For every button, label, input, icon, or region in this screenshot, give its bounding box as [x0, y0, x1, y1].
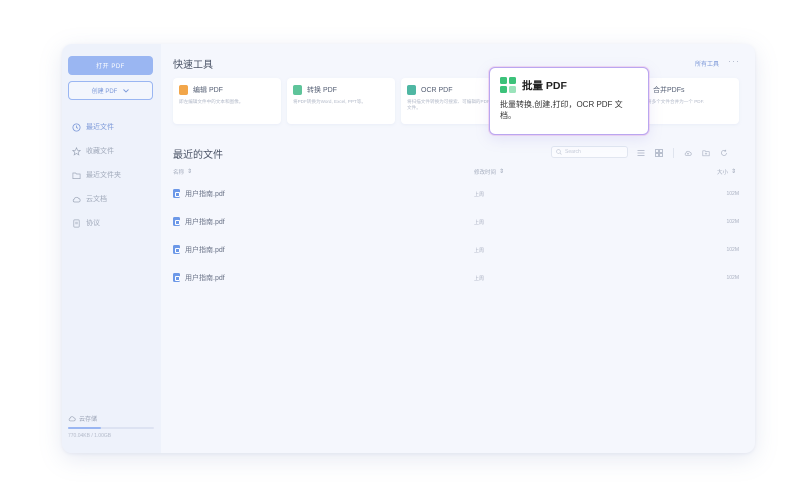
- quick-tools-title: 快速工具: [173, 60, 213, 71]
- file-modified: 上周: [474, 192, 485, 198]
- edit-pdf-icon: [179, 85, 188, 95]
- file-size: 102M: [726, 219, 739, 225]
- pdf-file-icon: [173, 189, 180, 198]
- sidebar-item-favorites[interactable]: 收藏文件: [72, 139, 158, 163]
- all-tools-link[interactable]: 所有工具: [695, 59, 719, 68]
- open-pdf-label: 打开 PDF: [96, 64, 125, 70]
- search-input[interactable]: Search: [551, 146, 628, 158]
- sidebar-item-recent-folders[interactable]: 最近文件夹: [72, 163, 158, 187]
- tool-desc: 将扫描文件转换为可搜索、可编辑的PDF文件。: [407, 99, 490, 110]
- recent-files-title: 最近的文件: [173, 150, 223, 161]
- batch-pdf-icon: [500, 77, 516, 93]
- column-header-label: 修改时间: [474, 170, 497, 176]
- file-modified: 上周: [474, 276, 485, 282]
- chevron-down-icon: [123, 88, 130, 93]
- tool-desc: 即左编辑文件中的文本和图像。: [179, 99, 244, 104]
- open-pdf-button[interactable]: 打开 PDF: [68, 56, 153, 75]
- storage-label: 云存储: [79, 417, 98, 423]
- storage-progress-fill: [68, 427, 101, 429]
- sidebar-item-label: 最近文件: [86, 124, 114, 131]
- storage-used-text: 770.04KB / 1.00GB: [68, 433, 112, 439]
- sort-icon: ⇕: [499, 169, 505, 175]
- sidebar-item-label: 最近文件夹: [86, 172, 121, 179]
- sidebar-item-label: 收藏文件: [86, 148, 114, 155]
- grid-view-icon[interactable]: [655, 149, 663, 157]
- folder-icon: [72, 172, 81, 179]
- main-content: 快速工具 所有工具 ··· 编辑 PDF 即左编辑文件中的文本和图像。 转换 P…: [161, 44, 755, 453]
- column-header-label: 大小: [717, 170, 729, 176]
- clock-icon: [72, 122, 81, 132]
- file-size: 102M: [726, 247, 739, 253]
- icon-tile: [500, 77, 507, 84]
- tooltip-description: 批量转换,创建,打印，OCR PDF 文档。: [500, 100, 623, 120]
- tool-name: 合并PDFs: [653, 87, 685, 94]
- table-row[interactable]: 用户指南.pdf 上周 102M: [173, 244, 739, 258]
- file-name: 用户指南.pdf: [185, 247, 225, 254]
- sidebar-item-agreement[interactable]: 协议: [72, 211, 158, 235]
- search-placeholder: Search: [565, 149, 581, 155]
- cloud-storage: 云存储 770.04KB / 1.00GB: [68, 414, 154, 439]
- refresh-icon[interactable]: [720, 149, 728, 157]
- more-options-icon[interactable]: ···: [728, 56, 740, 66]
- document-icon: [73, 219, 80, 227]
- file-name: 用户指南.pdf: [185, 275, 225, 282]
- view-controls: [637, 148, 728, 158]
- file-size: 102M: [726, 275, 739, 281]
- star-icon: [72, 146, 81, 156]
- pdf-file-icon: [173, 217, 180, 226]
- column-header-name[interactable]: 名称 ⇕: [173, 168, 192, 176]
- tool-card-edit-pdf[interactable]: 编辑 PDF 即左编辑文件中的文本和图像。: [173, 78, 281, 124]
- convert-pdf-icon: [293, 85, 302, 95]
- batch-pdf-tooltip: 批量 PDF 批量转换,创建,打印，OCR PDF 文档。: [489, 67, 649, 135]
- icon-tile: [509, 86, 516, 93]
- toolbar-divider: [673, 148, 674, 158]
- cloud-icon: [68, 416, 76, 422]
- column-header-label: 名称: [173, 170, 185, 176]
- tool-desc: 将多个文件合并为一个 PDF.: [647, 99, 705, 104]
- list-view-icon[interactable]: [637, 149, 645, 157]
- tool-desc: 将PDF转换为Word, Excel, PPT等。: [293, 99, 366, 104]
- table-row[interactable]: 用户指南.pdf 上周 102M: [173, 188, 739, 202]
- sort-icon: ⇕: [187, 169, 193, 175]
- file-modified: 上周: [474, 248, 485, 254]
- file-name: 用户指南.pdf: [185, 219, 225, 226]
- sidebar-item-recent-files[interactable]: 最近文件: [72, 115, 158, 139]
- sidebar-nav: 最近文件 收藏文件 最近文件夹 云文档 协议: [72, 115, 158, 235]
- add-folder-icon[interactable]: [702, 149, 710, 157]
- file-size: 102M: [726, 191, 739, 197]
- create-pdf-label: 创建 PDF: [91, 89, 118, 95]
- storage-progress-bar: [68, 427, 154, 429]
- tool-name: 转换 PDF: [307, 87, 337, 94]
- pdf-file-icon: [173, 245, 180, 254]
- tooltip-title: 批量 PDF: [522, 79, 567, 92]
- icon-tile: [509, 77, 516, 84]
- sidebar-item-label: 协议: [86, 220, 100, 227]
- cloud-icon: [72, 196, 81, 202]
- table-row[interactable]: 用户指南.pdf 上周 102M: [173, 216, 739, 230]
- table-row[interactable]: 用户指南.pdf 上周 102M: [173, 272, 739, 286]
- tool-name: OCR PDF: [421, 86, 453, 94]
- sort-icon: ⇕: [731, 169, 737, 175]
- file-name: 用户指南.pdf: [185, 191, 225, 198]
- icon-tile: [500, 86, 507, 93]
- sidebar-item-cloud-docs[interactable]: 云文档: [72, 187, 158, 211]
- tool-card-convert-pdf[interactable]: 转换 PDF 将PDF转换为Word, Excel, PPT等。: [287, 78, 395, 124]
- cloud-upload-icon[interactable]: [684, 149, 692, 157]
- file-modified: 上周: [474, 220, 485, 226]
- app-window: 打开 PDF 创建 PDF 最近文件 收藏文件 最近文件夹 云文档 协议 云存储…: [62, 44, 755, 453]
- tool-name: 编辑 PDF: [193, 87, 223, 94]
- storage-label-row: 云存储: [68, 414, 154, 423]
- create-pdf-button[interactable]: 创建 PDF: [68, 81, 153, 100]
- column-header-size[interactable]: 大小 ⇕: [717, 168, 736, 176]
- ocr-pdf-icon: [407, 85, 416, 95]
- sidebar-item-label: 云文档: [86, 196, 107, 203]
- search-icon: [556, 149, 562, 155]
- column-header-modified[interactable]: 修改时间 ⇕: [474, 168, 504, 176]
- pdf-file-icon: [173, 273, 180, 282]
- sidebar: 打开 PDF 创建 PDF 最近文件 收藏文件 最近文件夹 云文档 协议 云存储…: [62, 44, 161, 453]
